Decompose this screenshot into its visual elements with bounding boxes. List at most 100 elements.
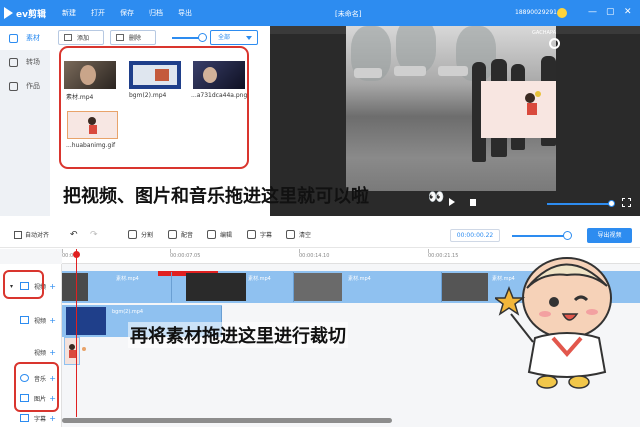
split-button[interactable]: 分割 bbox=[128, 230, 153, 239]
clear-button[interactable]: 清空 bbox=[286, 230, 311, 239]
play-logo-icon bbox=[4, 7, 13, 19]
subtitle-label: 字幕 bbox=[260, 232, 273, 239]
menu-new[interactable]: 新建 bbox=[62, 8, 76, 18]
dub-button[interactable]: 配音 bbox=[168, 230, 193, 239]
timeline-zoom-handle[interactable] bbox=[563, 231, 572, 240]
logo-text: ev剪辑 bbox=[16, 9, 46, 20]
preview-volume-slider[interactable] bbox=[547, 203, 611, 205]
ruler-label: 00:00:21.15 bbox=[428, 253, 459, 259]
preview-caption: 把视频、图片和音乐拖进这里就可以啦 bbox=[63, 186, 369, 207]
mascot-blush bbox=[586, 309, 598, 315]
preview-video: GACHAPA bbox=[346, 26, 556, 191]
add-track-icon[interactable]: + bbox=[49, 316, 56, 325]
mascot-blush bbox=[539, 311, 551, 317]
close-icon[interactable]: ✕ bbox=[624, 7, 632, 17]
grid-icon bbox=[9, 33, 18, 43]
gif-keyframe-dot bbox=[82, 347, 86, 351]
folder-icon bbox=[9, 81, 18, 91]
minimize-icon[interactable]: — bbox=[588, 7, 597, 17]
video-watermark: GACHAPA bbox=[532, 30, 556, 36]
timecode-display: 00:00:00.22 bbox=[450, 229, 500, 242]
split-label: 分割 bbox=[141, 232, 154, 239]
clear-label: 清空 bbox=[299, 232, 312, 239]
mascot-eye bbox=[549, 297, 559, 307]
dub-label: 配音 bbox=[181, 232, 194, 239]
undo-icon[interactable]: ↶ bbox=[70, 230, 78, 240]
annotation-highlight-music-image bbox=[14, 362, 59, 412]
thumb-size-slider-handle[interactable] bbox=[198, 33, 207, 42]
menu-archive[interactable]: 归档 bbox=[149, 8, 163, 18]
ruler-label: 00:00:07.05 bbox=[170, 253, 201, 259]
document-title: [未命名] bbox=[335, 10, 362, 18]
playhead-handle[interactable] bbox=[73, 251, 80, 258]
play-icon[interactable] bbox=[449, 198, 455, 206]
auto-snap-checkbox[interactable]: 自动对齐 bbox=[14, 230, 49, 239]
playhead[interactable] bbox=[76, 249, 77, 417]
record-icon[interactable] bbox=[549, 38, 560, 49]
clip-label: 素材.mp4 bbox=[116, 276, 139, 282]
eraser-icon bbox=[286, 230, 295, 239]
subtitle-icon bbox=[247, 230, 256, 239]
add-label: 添加 bbox=[77, 35, 90, 42]
timeline-scrollbar[interactable] bbox=[62, 418, 392, 423]
track-label-video-2[interactable]: 视频 + bbox=[0, 310, 62, 330]
coin-icon[interactable] bbox=[557, 8, 567, 18]
redo-icon[interactable]: ↷ bbox=[90, 230, 98, 240]
timeline-zoom-slider[interactable] bbox=[512, 235, 568, 237]
clip-label: bgm(2).mp4 bbox=[112, 309, 144, 315]
user-phone[interactable]: 18890029291 bbox=[515, 9, 557, 16]
annotation-highlight-media bbox=[59, 46, 249, 169]
preview-volume-handle[interactable] bbox=[608, 200, 615, 207]
add-button[interactable]: 添加 bbox=[58, 30, 104, 45]
add-track-icon[interactable]: + bbox=[49, 282, 56, 291]
add-track-icon[interactable]: + bbox=[49, 414, 56, 423]
filter-select[interactable]: 全部 bbox=[210, 30, 258, 45]
delete-button[interactable]: 删除 bbox=[110, 30, 156, 45]
gif-clip[interactable] bbox=[64, 337, 80, 365]
timeline-caption: 再将素材拖进这里进行裁切 bbox=[128, 322, 348, 348]
folder-add-icon bbox=[64, 34, 72, 41]
clip-label: 素材.mp4 bbox=[248, 276, 271, 282]
video-track-icon bbox=[20, 316, 29, 324]
delete-label: 删除 bbox=[129, 35, 142, 42]
pencil-icon bbox=[207, 230, 216, 239]
microphone-icon bbox=[168, 230, 177, 239]
export-video-button[interactable]: 导出视频 bbox=[587, 228, 632, 243]
sidebar-item-label: 转场 bbox=[26, 58, 40, 66]
timeline-clip[interactable]: 素材.mp4 bbox=[172, 272, 294, 302]
subtitle-track-icon bbox=[20, 414, 29, 422]
trash-icon bbox=[116, 34, 124, 41]
mascot-foot bbox=[536, 375, 558, 389]
annotation-highlight-track bbox=[3, 270, 44, 299]
sidebar-item-transition[interactable]: 转场 bbox=[0, 50, 50, 74]
edit-label: 编辑 bbox=[220, 232, 233, 239]
sidebar-item-media[interactable]: 素材 bbox=[0, 26, 50, 50]
restore-icon[interactable]: ▢ bbox=[606, 7, 615, 17]
track-label-video-3[interactable]: 视频 + bbox=[0, 342, 62, 362]
subtitle-button[interactable]: 字幕 bbox=[247, 230, 272, 239]
sidebar-item-label: 素材 bbox=[26, 34, 40, 42]
edit-button[interactable]: 编辑 bbox=[207, 230, 232, 239]
sidebar-item-works[interactable]: 作品 bbox=[0, 74, 50, 98]
timeline-clip[interactable]: 素材.mp4 bbox=[62, 272, 172, 302]
menu-export[interactable]: 导出 bbox=[178, 8, 192, 18]
app-logo: ev剪辑 bbox=[4, 7, 48, 20]
next-frame-icon[interactable] bbox=[470, 199, 476, 206]
ruler-label: 00:00:14.10 bbox=[299, 253, 330, 259]
add-track-icon[interactable]: + bbox=[49, 348, 56, 357]
auto-snap-label: 自动对齐 bbox=[25, 232, 50, 239]
track-name: 字幕 bbox=[34, 415, 47, 423]
sidebar: 素材 转场 作品 bbox=[0, 26, 50, 216]
timeline-clip[interactable]: 素材.mp4 bbox=[294, 272, 442, 302]
mascot-foot bbox=[568, 375, 590, 389]
mascot-sticker bbox=[495, 257, 612, 389]
scissors-icon bbox=[128, 230, 137, 239]
main-menu: 新建 打开 保存 归档 导出 bbox=[62, 8, 207, 18]
clip-label: 素材.mp4 bbox=[348, 276, 371, 282]
sidebar-item-label: 作品 bbox=[26, 82, 40, 90]
overlay-image[interactable] bbox=[481, 81, 556, 138]
menu-save[interactable]: 保存 bbox=[120, 8, 134, 18]
title-bar: ev剪辑 新建 打开 保存 归档 导出 [未命名] 18890029291 — … bbox=[0, 0, 640, 26]
fullscreen-icon[interactable] bbox=[622, 198, 631, 207]
menu-open[interactable]: 打开 bbox=[91, 8, 105, 18]
